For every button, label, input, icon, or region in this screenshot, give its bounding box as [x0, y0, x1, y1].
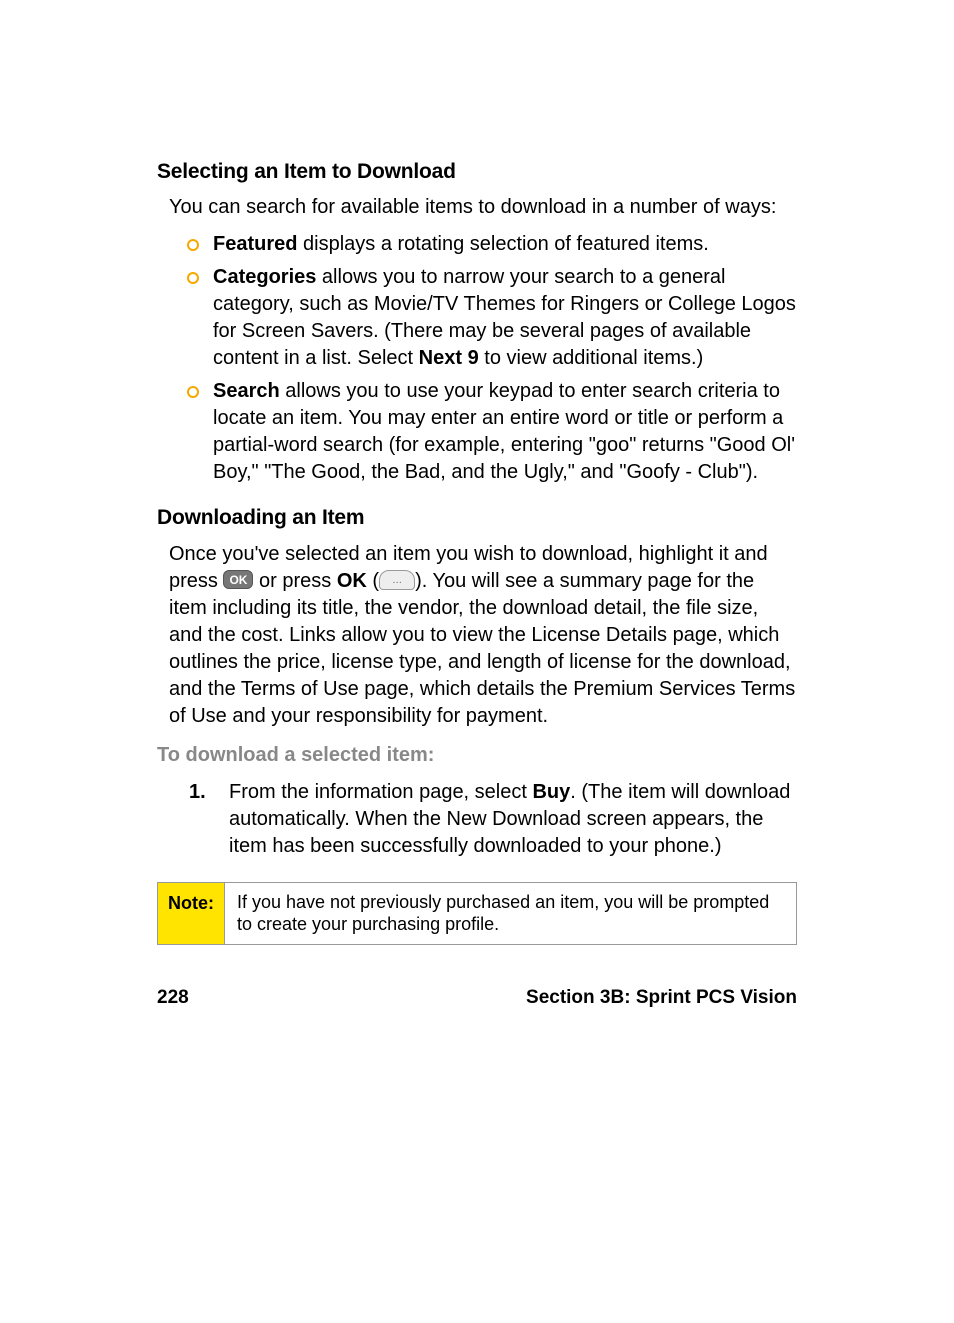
term-featured: Featured: [213, 233, 297, 255]
step-number: 1.: [189, 779, 206, 806]
list-item: Search allows you to use your keypad to …: [185, 378, 797, 486]
heading-downloading: Downloading an Item: [157, 504, 797, 532]
download-steps: 1. From the information page, select Buy…: [189, 779, 797, 860]
ok-text: OK: [337, 570, 367, 592]
next9-label: Next 9: [419, 347, 479, 369]
step-pre: From the information page, select: [229, 781, 532, 803]
list-item: Categories allows you to narrow your sea…: [185, 264, 797, 372]
ok-key-icon: OK: [223, 570, 253, 589]
selecting-list: Featured displays a rotating selection o…: [185, 231, 797, 486]
list-item: Featured displays a rotating selection o…: [185, 231, 797, 258]
paren-close: ).: [415, 570, 432, 592]
desc-featured: displays a rotating selection of feature…: [297, 233, 708, 255]
paren-open: (: [367, 570, 379, 592]
selecting-intro: You can search for available items to do…: [169, 194, 797, 221]
softkey-icon: …: [379, 570, 415, 590]
page-number: 228: [157, 985, 189, 1011]
step-item: 1. From the information page, select Buy…: [189, 779, 797, 860]
para-post: You will see a summary page for the item…: [169, 570, 795, 727]
page-footer: 228 Section 3B: Sprint PCS Vision: [157, 985, 797, 1011]
section-title: Section 3B: Sprint PCS Vision: [526, 985, 797, 1011]
desc-categories-post: to view additional items.): [479, 347, 704, 369]
heading-selecting: Selecting an Item to Download: [157, 158, 797, 186]
press-or: or press: [259, 570, 337, 592]
note-text: If you have not previously purchased an …: [225, 883, 796, 944]
desc-search: allows you to use your keypad to enter s…: [213, 380, 795, 483]
note-label: Note:: [158, 883, 225, 944]
downloading-para: Once you've selected an item you wish to…: [169, 541, 797, 730]
step-bold: Buy: [532, 781, 570, 803]
term-search: Search: [213, 380, 280, 402]
note-box: Note: If you have not previously purchas…: [157, 882, 797, 945]
term-categories: Categories: [213, 266, 316, 288]
download-subhead: To download a selected item:: [157, 742, 797, 769]
